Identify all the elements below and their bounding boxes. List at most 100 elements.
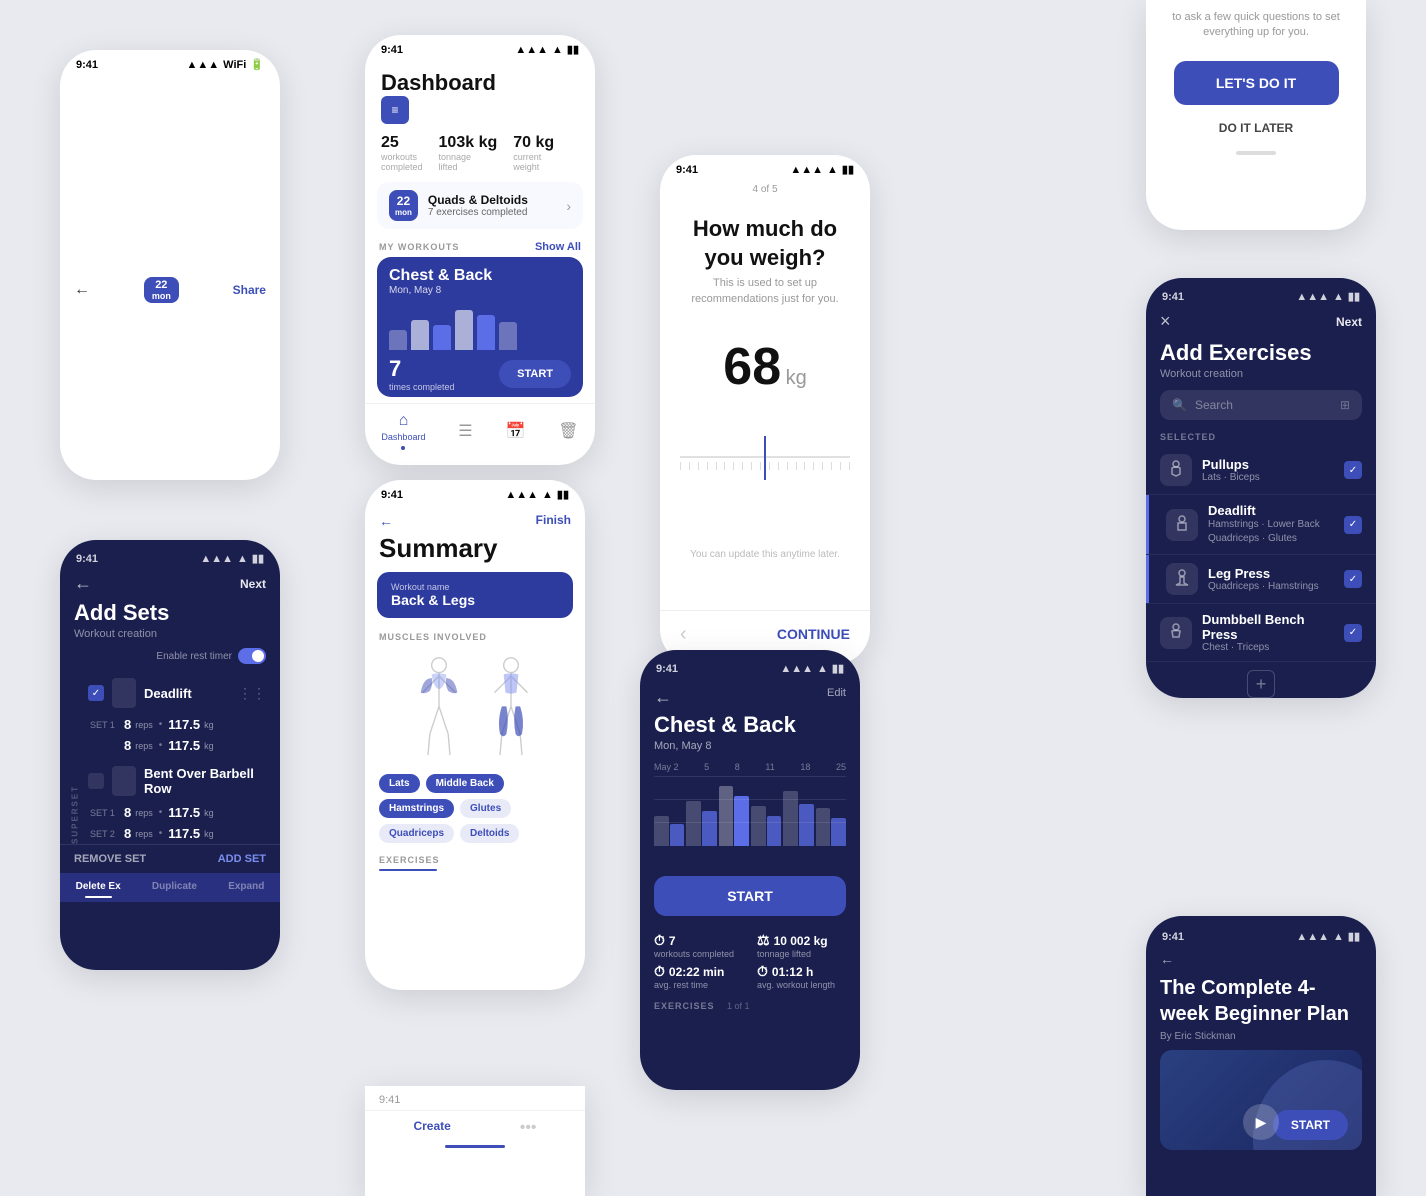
share-button-1[interactable]: Share bbox=[233, 283, 266, 297]
prev-arrow[interactable]: ‹ bbox=[680, 623, 687, 646]
tab-expand[interactable]: Expand bbox=[228, 881, 264, 898]
search-bar[interactable]: 🔍 Search ⊞ bbox=[1160, 390, 1362, 420]
create-tab-indicator bbox=[445, 1145, 505, 1148]
nav-list[interactable]: ☰ bbox=[458, 421, 472, 441]
battery-icon-8: ▮▮ bbox=[1348, 930, 1360, 943]
more-tab[interactable]: ••• bbox=[520, 1119, 537, 1137]
weight-unit: kg bbox=[786, 367, 807, 389]
weight-slider[interactable] bbox=[660, 407, 870, 519]
back-icon-sets[interactable]: ← bbox=[74, 573, 92, 594]
wifi-icon-7: ▲ bbox=[817, 663, 828, 675]
next-btn[interactable]: Next bbox=[1336, 315, 1362, 329]
start-workout-btn[interactable]: START bbox=[499, 360, 571, 388]
plan-title: The Complete 4-week Beginner Plan bbox=[1146, 971, 1376, 1031]
rest-timer-toggle[interactable] bbox=[238, 648, 266, 664]
edit-btn-7[interactable]: Edit bbox=[827, 687, 846, 708]
back-button-1[interactable]: ← bbox=[74, 281, 90, 299]
tab-active-indicator bbox=[85, 896, 112, 898]
tab-delete[interactable]: Delete Ex bbox=[76, 881, 121, 898]
do-it-later-btn[interactable]: DO IT LATER bbox=[1146, 117, 1366, 139]
add-set-btn[interactable]: ADD SET bbox=[218, 853, 266, 865]
video-thumbnail[interactable]: ▶ START bbox=[1160, 1050, 1362, 1150]
bar-1 bbox=[389, 330, 407, 350]
show-all-btn[interactable]: Show All bbox=[535, 241, 581, 253]
smt-middle-back[interactable]: Middle Back bbox=[426, 774, 504, 793]
finish-btn[interactable]: Finish bbox=[536, 513, 571, 529]
battery-icon: 🔋 bbox=[250, 58, 264, 71]
nav-dashboard[interactable]: ⌂ Dashboard bbox=[381, 412, 425, 450]
prev-workout-card[interactable]: 22 mon Quads & Deltoids 7 exercises comp… bbox=[377, 182, 583, 229]
search-placeholder: Search bbox=[1195, 398, 1233, 412]
smt-hamstrings[interactable]: Hamstrings bbox=[379, 799, 454, 818]
status-bar-add-ex: 9:41 ▲▲▲ ▲ ▮▮ bbox=[1146, 278, 1376, 307]
exercise-deadlift[interactable]: Deadlift Hamstrings · Lower BackQuadrice… bbox=[1146, 495, 1376, 555]
exercise-dumbbell-bench[interactable]: Dumbbell Bench Press Chest · Triceps ✓ bbox=[1146, 604, 1376, 662]
wifi-icon-as: ▲ bbox=[237, 553, 248, 565]
slider-track[interactable] bbox=[680, 423, 850, 503]
phone-dashboard: 9:41 ▲▲▲ ▲ ▮▮ Dashboard ≡ 25 workouts co… bbox=[365, 35, 595, 465]
next-btn-sets[interactable]: Next bbox=[240, 577, 266, 591]
deadlift-menu[interactable]: ⋮⋮ bbox=[238, 685, 266, 702]
exercises-progress-bar bbox=[379, 869, 437, 871]
remove-set-btn[interactable]: REMOVE SET bbox=[74, 853, 146, 865]
close-icon[interactable]: × bbox=[1160, 311, 1171, 332]
create-tab[interactable]: Create bbox=[413, 1119, 450, 1137]
add-exercise-icon[interactable]: + bbox=[1247, 670, 1275, 698]
smt-quadriceps[interactable]: Quadriceps bbox=[379, 824, 454, 843]
bottom-nav: ⌂ Dashboard ☰ 📅 🗑 bbox=[365, 403, 595, 454]
ex-check-leg-press[interactable]: ✓ bbox=[1344, 570, 1362, 588]
workout-card[interactable]: Chest & Back Mon, May 8 7 times complete… bbox=[377, 257, 583, 397]
continue-btn[interactable]: CONTINUE bbox=[777, 626, 850, 642]
battery-icon-as: ▮▮ bbox=[252, 552, 264, 565]
bentover-figure bbox=[112, 766, 136, 796]
deadlift-set1: SET 1 8 reps • 117.5 kg bbox=[60, 714, 280, 735]
nav-calendar[interactable]: 📅 bbox=[505, 421, 525, 441]
selected-label: SELECTED bbox=[1146, 428, 1376, 446]
active-dot bbox=[401, 446, 405, 450]
exercises-section-summary: EXERCISES bbox=[365, 849, 585, 877]
exercise-pullups[interactable]: Pullups Lats · Biceps ✓ bbox=[1146, 446, 1376, 495]
smt-deltoids[interactable]: Deltoids bbox=[460, 824, 519, 843]
calendar-icon: 📅 bbox=[505, 421, 525, 441]
plan-start-btn[interactable]: START bbox=[1273, 1110, 1348, 1140]
ldi-desc: to ask a few quick questions to set ever… bbox=[1146, 0, 1366, 61]
lets-do-it-btn[interactable]: LET'S DO IT bbox=[1174, 61, 1339, 105]
back-btn-8[interactable]: ← bbox=[1160, 951, 1174, 967]
arrow-icon: › bbox=[566, 198, 571, 214]
smt-glutes[interactable]: Glutes bbox=[460, 799, 511, 818]
back-btn-summary[interactable]: ← bbox=[379, 513, 393, 529]
bottom-actions: REMOVE SET ADD SET bbox=[60, 844, 280, 873]
enable-rest-toggle[interactable]: Enable rest timer bbox=[60, 648, 280, 672]
search-icon: 🔍 bbox=[1172, 398, 1187, 412]
deadlift-row: ✓ Deadlift ⋮⋮ bbox=[60, 672, 280, 714]
wifi-icon: WiFi bbox=[223, 59, 246, 71]
dashboard-icon[interactable]: ≡ bbox=[381, 96, 409, 124]
summary-card: Workout name Back & Legs bbox=[377, 572, 573, 618]
battery-icon-7: ▮▮ bbox=[832, 662, 844, 675]
ex-check-dumbbell[interactable]: ✓ bbox=[1344, 624, 1362, 642]
pw-info: Quads & Deltoids 7 exercises completed bbox=[428, 193, 556, 218]
back-btn-7[interactable]: ← bbox=[654, 687, 672, 708]
deadlift-check[interactable]: ✓ bbox=[88, 685, 104, 701]
start-btn-7[interactable]: START bbox=[654, 876, 846, 916]
smt-lats[interactable]: Lats bbox=[379, 774, 420, 793]
status-bar-8: 9:41 ▲▲▲ ▲ ▮▮ bbox=[1146, 916, 1376, 947]
play-button[interactable]: ▶ bbox=[1243, 1104, 1279, 1140]
timer-icon-7: ⏱ bbox=[654, 932, 665, 949]
bentover-row: Bent Over Barbell Row bbox=[60, 760, 280, 802]
ex-avatar-leg-press bbox=[1166, 563, 1198, 595]
summary-title: Summary bbox=[365, 529, 585, 564]
exercise-leg-press[interactable]: Leg Press Quadriceps · Hamstrings ✓ bbox=[1146, 555, 1376, 604]
bentover-set2: SET 2 8 reps • 117.5 kg bbox=[60, 823, 280, 844]
wifi-icon-8: ▲ bbox=[1333, 931, 1344, 943]
tab-duplicate[interactable]: Duplicate bbox=[152, 881, 197, 898]
nav-trash[interactable]: 🗑 bbox=[558, 421, 578, 441]
exercises-label-7: EXERCISES 1 of 1 bbox=[640, 990, 860, 1016]
weight-icon-7: ⚖ bbox=[757, 932, 770, 949]
ex-check-pullups[interactable]: ✓ bbox=[1344, 461, 1362, 479]
phone-summary: 9:41 ▲▲▲ ▲ ▮▮ ← Finish Summary Workout n… bbox=[365, 480, 585, 990]
ex-check-deadlift[interactable]: ✓ bbox=[1344, 516, 1362, 534]
desc-text: This is used to set up recommendations j… bbox=[660, 276, 870, 327]
superset-label: SUPERSET bbox=[68, 672, 82, 844]
muscles-inv: MUSCLES INVOLVED bbox=[365, 626, 585, 642]
